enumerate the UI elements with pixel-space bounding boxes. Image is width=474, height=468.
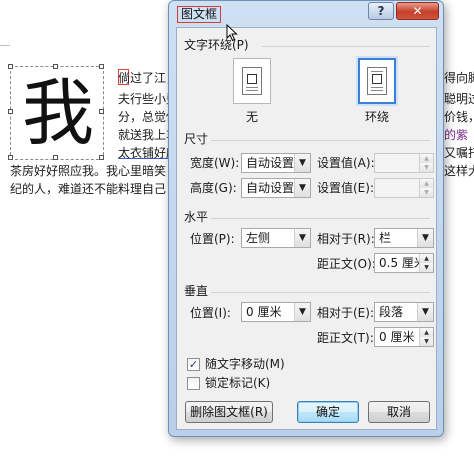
height-setting-label: 设置值(E):	[317, 181, 374, 195]
dialog-title: 图文框	[177, 6, 222, 23]
doc-right-2: 聪明过	[444, 92, 474, 106]
height-label: 高度(G):	[190, 181, 237, 195]
spin-up-icon[interactable]: ▲	[419, 254, 433, 263]
frame-dialog: 图文框 ? ✕ 文字环绕(P) 无 环绕 尺寸 宽度(W): 自动设置 ▼ 设置…	[168, 0, 444, 437]
spin-down-icon[interactable]: ▼	[419, 188, 433, 197]
chevron-down-icon[interactable]: ▼	[417, 229, 433, 247]
width-setting-spinner[interactable]: ▲ ▼	[374, 153, 434, 173]
lock-anchor-label: 锁定标记(K)	[205, 376, 271, 390]
chevron-down-icon[interactable]: ▼	[294, 229, 310, 247]
v-position-value: 0 厘米	[246, 305, 282, 319]
v-relative-value: 段落	[379, 305, 404, 319]
size-section-label: 尺寸	[184, 132, 209, 146]
v-distance-value: 0 厘米	[379, 330, 415, 344]
h-position-value: 左侧	[246, 231, 271, 245]
v-relative-combo[interactable]: 段落 ▼	[374, 302, 434, 322]
height-setting-spinner[interactable]: ▲ ▼	[374, 178, 434, 198]
doc-line-6: 茶房好好照应我。我心里暗笑	[10, 164, 167, 178]
v-position-combo[interactable]: 0 厘米 ▼	[241, 302, 311, 322]
doc-right-1: 得向脚	[444, 71, 474, 85]
height-value: 自动设置	[246, 181, 295, 195]
width-value: 自动设置	[246, 156, 295, 170]
frame-handle[interactable]	[8, 64, 13, 69]
remove-frame-button[interactable]: 删除图文框(R)	[185, 401, 273, 423]
doc-line-7: 纪的人，难道还不能料理自己	[10, 182, 167, 196]
h-position-label: 位置(P):	[190, 232, 235, 246]
vertical-section-label: 垂直	[184, 284, 209, 298]
spin-down-icon[interactable]: ▼	[419, 263, 433, 272]
h-distance-label: 距正文(O):	[317, 257, 376, 271]
dialog-titlebar[interactable]: 图文框 ? ✕	[169, 1, 443, 25]
dialog-client: 文字环绕(P) 无 环绕 尺寸 宽度(W): 自动设置 ▼ 设置值(A): ▲ …	[176, 27, 437, 430]
chevron-down-icon[interactable]: ▼	[294, 303, 310, 321]
check-icon: ✓	[188, 358, 199, 371]
chevron-down-icon[interactable]: ▼	[294, 179, 310, 197]
cancel-button[interactable]: 取消	[368, 401, 430, 423]
doc-right-5: 又嘱托	[444, 146, 474, 160]
h-relative-label: 相对于(R):	[317, 232, 375, 246]
height-combo[interactable]: 自动设置 ▼	[241, 178, 311, 198]
ok-button[interactable]: 确定	[297, 401, 359, 423]
width-label: 宽度(W):	[190, 156, 240, 170]
wrap-section-label: 文字环绕(P)	[184, 38, 249, 52]
v-distance-label: 距正文(T):	[317, 331, 374, 345]
wrap-none-option[interactable]	[233, 58, 271, 104]
doc-right-6: 这样大	[444, 164, 474, 178]
chevron-down-icon[interactable]: ▼	[417, 303, 433, 321]
spin-down-icon[interactable]: ▼	[419, 163, 433, 172]
help-button[interactable]: ?	[368, 2, 394, 20]
margin-guide	[0, 45, 10, 46]
spin-down-icon[interactable]: ▼	[419, 337, 433, 346]
close-button[interactable]: ✕	[396, 2, 439, 20]
mouse-cursor-icon	[226, 24, 238, 42]
spin-up-icon[interactable]: ▲	[419, 328, 433, 337]
wrap-around-icon	[367, 67, 387, 95]
close-icon: ✕	[412, 4, 423, 18]
frame-character: 我	[22, 71, 95, 155]
horizontal-section-label: 水平	[184, 210, 209, 224]
h-distance-spinner[interactable]: 0.5 厘米 ▲ ▼	[374, 253, 434, 273]
wrap-around-label: 环绕	[365, 110, 390, 124]
help-icon: ?	[377, 4, 385, 18]
vertical-divider	[211, 292, 430, 293]
v-position-label: 位置(I):	[190, 306, 231, 320]
doc-right-3: 价钱，	[444, 110, 474, 124]
size-divider	[211, 140, 430, 141]
wrap-divider	[262, 46, 430, 47]
h-position-combo[interactable]: 左侧 ▼	[241, 228, 311, 248]
h-relative-value: 栏	[379, 231, 392, 245]
v-distance-spinner[interactable]: 0 厘米 ▲ ▼	[374, 327, 434, 347]
chevron-down-icon[interactable]: ▼	[294, 154, 310, 172]
v-relative-label: 相对于(E):	[317, 306, 374, 320]
horizontal-divider	[211, 218, 430, 219]
spin-up-icon[interactable]: ▲	[419, 179, 433, 188]
lock-anchor-checkbox[interactable]	[187, 377, 200, 390]
width-setting-label: 设置值(A):	[317, 156, 375, 170]
doc-right-4: 的紫	[444, 128, 469, 142]
wrap-none-icon	[242, 67, 262, 95]
move-with-text-label: 随文字移动(M)	[205, 357, 285, 371]
move-with-text-checkbox[interactable]: ✓	[187, 358, 200, 371]
wrap-none-label: 无	[246, 110, 259, 124]
frame-handle[interactable]	[8, 155, 13, 160]
h-relative-combo[interactable]: 栏 ▼	[374, 228, 434, 248]
spin-up-icon[interactable]: ▲	[419, 154, 433, 163]
width-combo[interactable]: 自动设置 ▼	[241, 153, 311, 173]
frame-handle[interactable]	[8, 109, 13, 114]
wrap-around-option[interactable]	[358, 58, 396, 104]
